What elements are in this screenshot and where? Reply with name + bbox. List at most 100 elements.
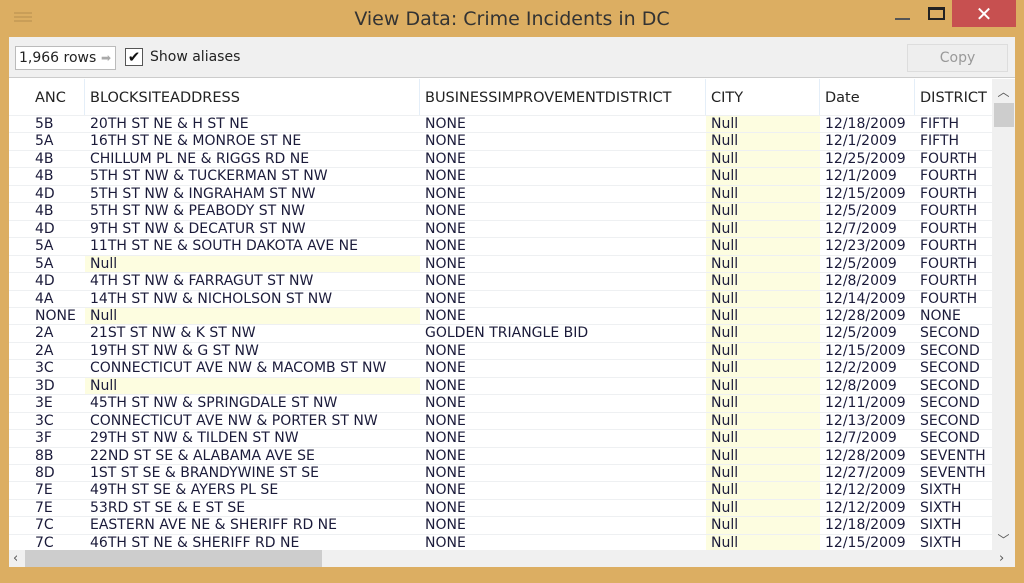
cell-city[interactable]: Null — [706, 185, 820, 203]
cell-blocksiteaddress[interactable]: 16TH ST NE & MONROE ST NE — [85, 133, 420, 150]
cell-anc[interactable]: 7C — [30, 535, 85, 550]
cell-city[interactable]: Null — [706, 168, 820, 186]
cell-anc[interactable]: 3C — [30, 413, 85, 430]
cell-businessimprovementdistrict[interactable]: NONE — [420, 133, 706, 150]
cell-businessimprovementdistrict[interactable]: NONE — [420, 430, 706, 447]
table-row[interactable]: 4D 9TH ST NW & DECATUR ST NW NONE Null 12/7/… — [9, 219, 992, 238]
scroll-down-icon[interactable]: ﹀ — [992, 531, 1015, 548]
cell-district[interactable]: FOURTH — [915, 168, 992, 185]
cell-city[interactable]: Null — [706, 150, 820, 168]
cell-city[interactable]: Null — [706, 447, 820, 465]
cell-city[interactable]: Null — [706, 342, 820, 360]
cell-district[interactable]: SEVENTH — [915, 465, 992, 482]
cell-businessimprovementdistrict[interactable]: NONE — [420, 500, 706, 517]
cell-date[interactable]: 12/5/2009 — [820, 256, 915, 273]
cell-businessimprovementdistrict[interactable]: GOLDEN TRIANGLE BID — [420, 325, 706, 342]
table-row[interactable]: 7C EASTERN AVE NE & SHERIFF RD NE NONE Null… — [9, 516, 992, 535]
cell-anc[interactable]: 4B — [30, 203, 85, 220]
cell-date[interactable]: 12/11/2009 — [820, 395, 915, 412]
table-row[interactable]: 3F 29TH ST NW & TILDEN ST NW NONE Null 12/7/… — [9, 429, 992, 448]
cell-blocksiteaddress[interactable]: 4TH ST NW & FARRAGUT ST NW — [85, 273, 420, 290]
cell-district[interactable]: SIXTH — [915, 482, 992, 499]
cell-city[interactable]: Null — [706, 412, 820, 430]
vertical-scrollbar[interactable]: ︿ ﹀ — [992, 79, 1015, 550]
table-row[interactable]: 4D 5TH ST NW & INGRAHAM ST NW NONE Null 12/1… — [9, 184, 992, 203]
cell-anc[interactable]: NONE — [30, 308, 85, 325]
cell-businessimprovementdistrict[interactable]: NONE — [420, 535, 706, 550]
cell-district[interactable]: FOURTH — [915, 256, 992, 273]
cell-date[interactable]: 12/12/2009 — [820, 500, 915, 517]
cell-businessimprovementdistrict[interactable]: NONE — [420, 151, 706, 168]
cell-blocksiteaddress[interactable]: CONNECTICUT AVE NW & MACOMB ST NW — [85, 360, 420, 377]
row-count-field[interactable]: 1,966 rows ➡ — [15, 46, 116, 70]
cell-city[interactable]: Null — [706, 360, 820, 378]
cell-anc[interactable]: 4B — [30, 151, 85, 168]
cell-businessimprovementdistrict[interactable]: NONE — [420, 168, 706, 185]
cell-anc[interactable]: 5B — [30, 116, 85, 133]
cell-blocksiteaddress[interactable]: CONNECTICUT AVE NW & PORTER ST NW — [85, 413, 420, 430]
cell-district[interactable]: FOURTH — [915, 291, 992, 308]
cell-district[interactable]: SECOND — [915, 413, 992, 430]
cell-businessimprovementdistrict[interactable]: NONE — [420, 186, 706, 203]
cell-district[interactable]: FOURTH — [915, 238, 992, 255]
cell-district[interactable]: SIXTH — [915, 517, 992, 534]
cell-district[interactable]: FOURTH — [915, 186, 992, 203]
cell-anc[interactable]: 2A — [30, 343, 85, 360]
cell-date[interactable]: 12/15/2009 — [820, 535, 915, 550]
cell-businessimprovementdistrict[interactable]: NONE — [420, 465, 706, 482]
table-row[interactable]: 5B 20TH ST NE & H ST NE NONE Null 12/18/2009… — [9, 115, 992, 133]
cell-city[interactable]: Null — [706, 395, 820, 413]
cell-district[interactable]: FOURTH — [915, 221, 992, 238]
column-header-anc[interactable]: ANC — [30, 79, 85, 115]
cell-businessimprovementdistrict[interactable]: NONE — [420, 116, 706, 133]
cell-blocksiteaddress[interactable]: 53RD ST SE & E ST SE — [85, 500, 420, 517]
vertical-scroll-thumb[interactable] — [994, 103, 1014, 127]
table-row[interactable]: 7E 53RD ST SE & E ST SE NONE Null 12/12/2009… — [9, 498, 992, 517]
cell-date[interactable]: 12/14/2009 — [820, 291, 915, 308]
cell-blocksiteaddress[interactable]: 1ST ST SE & BRANDYWINE ST SE — [85, 465, 420, 482]
cell-date[interactable]: 12/18/2009 — [820, 116, 915, 133]
cell-city[interactable]: Null — [706, 499, 820, 517]
cell-city[interactable]: Null — [706, 203, 820, 221]
cell-blocksiteaddress[interactable]: 14TH ST NW & NICHOLSON ST NW — [85, 291, 420, 308]
table-row[interactable]: 4B CHILLUM PL NE & RIGGS RD NE NONE Null 12/… — [9, 149, 992, 168]
cell-date[interactable]: 12/15/2009 — [820, 186, 915, 203]
cell-anc[interactable]: 3E — [30, 395, 85, 412]
cell-district[interactable]: SECOND — [915, 360, 992, 377]
cell-businessimprovementdistrict[interactable]: NONE — [420, 482, 706, 499]
cell-date[interactable]: 12/7/2009 — [820, 221, 915, 238]
cell-city[interactable]: Null — [706, 534, 820, 550]
scroll-right-icon[interactable]: › — [999, 550, 1004, 567]
cell-businessimprovementdistrict[interactable]: NONE — [420, 308, 706, 325]
cell-date[interactable]: 12/12/2009 — [820, 482, 915, 499]
cell-anc[interactable]: 4D — [30, 273, 85, 290]
cell-district[interactable]: NONE — [915, 308, 992, 325]
cell-date[interactable]: 12/28/2009 — [820, 448, 915, 465]
cell-businessimprovementdistrict[interactable]: NONE — [420, 378, 706, 395]
cell-businessimprovementdistrict[interactable]: NONE — [420, 238, 706, 255]
column-header-district[interactable]: DISTRICT — [915, 79, 992, 115]
cell-blocksiteaddress[interactable]: 11TH ST NE & SOUTH DAKOTA AVE NE — [85, 238, 420, 255]
cell-date[interactable]: 12/25/2009 — [820, 151, 915, 168]
cell-blocksiteaddress[interactable]: EASTERN AVE NE & SHERIFF RD NE — [85, 517, 420, 534]
show-aliases-label[interactable]: Show aliases — [150, 49, 240, 65]
table-row[interactable]: 2A 19TH ST NW & G ST NW NONE Null 12/15/2009… — [9, 341, 992, 360]
cell-date[interactable]: 12/5/2009 — [820, 325, 915, 342]
table-row[interactable]: 4D 4TH ST NW & FARRAGUT ST NW NONE Null 12/8… — [9, 272, 992, 291]
cell-city[interactable]: Null — [706, 465, 820, 482]
cell-district[interactable]: SECOND — [915, 430, 992, 447]
cell-city[interactable]: Null — [706, 273, 820, 291]
cell-district[interactable]: FOURTH — [915, 273, 992, 290]
table-row[interactable]: 4A 14TH ST NW & NICHOLSON ST NW NONE Null 12… — [9, 289, 992, 308]
scroll-up-icon[interactable]: ︿ — [992, 83, 1015, 100]
cell-date[interactable]: 12/28/2009 — [820, 308, 915, 325]
table-row[interactable]: 2A 21ST ST NW & K ST NW GOLDEN TRIANGLE BI… — [9, 324, 992, 343]
cell-anc[interactable]: 8B — [30, 448, 85, 465]
table-row[interactable]: 7E 49TH ST SE & AYERS PL SE NONE Null 12/12/… — [9, 481, 992, 500]
cell-district[interactable]: SIXTH — [915, 535, 992, 550]
cell-district[interactable]: FIFTH — [915, 133, 992, 150]
cell-anc[interactable]: 5A — [30, 133, 85, 150]
cell-blocksiteaddress[interactable]: Null — [85, 377, 420, 395]
cell-businessimprovementdistrict[interactable]: NONE — [420, 273, 706, 290]
cell-anc[interactable]: 7C — [30, 517, 85, 534]
